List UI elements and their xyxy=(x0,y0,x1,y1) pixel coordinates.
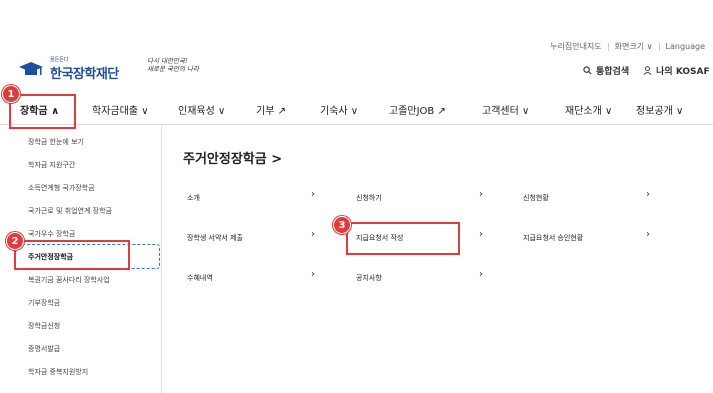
nav-label: 학자금대출 xyxy=(92,106,138,117)
chevron-right-icon: › xyxy=(479,229,483,240)
user-icon xyxy=(643,66,652,75)
site-guide-link[interactable]: 누리집안내지도 xyxy=(550,41,602,52)
chevron-right-icon: › xyxy=(646,189,650,200)
sidebar-item-certificate[interactable]: 증명서발급 xyxy=(28,344,60,354)
chevron-right-icon: › xyxy=(479,269,483,280)
step-badge-2: 2 xyxy=(6,232,24,250)
font-size-control[interactable]: 화면크기 ∨ xyxy=(615,41,653,52)
sidebar-item-apply[interactable]: 장학금신청 xyxy=(28,321,60,331)
search-label: 통합검색 xyxy=(596,67,630,77)
highlight-box xyxy=(9,94,76,129)
external-link-icon: ↗ xyxy=(277,106,286,117)
sidebar-item-donation[interactable]: 기부장학금 xyxy=(28,298,60,308)
slogan-line-2: 새로운 국민의 나라 xyxy=(147,65,199,73)
nav-item-donation[interactable]: 기부 ↗ xyxy=(256,102,286,117)
nav-item-loan[interactable]: 학자금대출 ∨ xyxy=(92,102,149,117)
chevron-right-icon: › xyxy=(646,229,650,240)
external-link-icon: ↗ xyxy=(437,106,446,117)
logo-name: 한국장학재단 xyxy=(50,67,119,82)
nav-item-disclosure[interactable]: 정보공개 ∨ xyxy=(636,102,683,117)
highlight-box xyxy=(346,222,460,255)
chevron-down-icon: ∨ xyxy=(522,106,530,117)
kosaf-logo[interactable]: 꿈든든다 한국장학재단 xyxy=(18,57,119,82)
chevron-down-icon: ∨ xyxy=(141,106,149,117)
sidebar-item-national-scholarship[interactable]: 소득연계형 국가장학금 xyxy=(28,183,95,193)
chevron-right-icon: › xyxy=(311,189,315,200)
slogan: 다시 대한민국! 새로운 국민의 나라 xyxy=(147,57,199,73)
nav-item-job[interactable]: 고졸만JOB ↗ xyxy=(389,102,446,117)
sidebar-item-lottery[interactable]: 복권기금 꿈사다리 장학사업 xyxy=(28,275,110,285)
nav-label: 재단소개 xyxy=(565,106,602,117)
menu-payment-approval[interactable]: 지급요청서 승인현황 xyxy=(523,233,583,243)
nav-label: 정보공개 xyxy=(636,106,673,117)
divider xyxy=(658,42,660,51)
sidebar-item-support-range[interactable]: 학자금 지원구간 xyxy=(28,160,75,170)
chevron-right-icon: › xyxy=(311,269,315,280)
chevron-down-icon: ∨ xyxy=(676,106,684,117)
divider xyxy=(607,42,609,51)
menu-notice[interactable]: 공지사항 xyxy=(356,273,382,283)
nav-label: 고객센터 xyxy=(482,106,519,117)
menu-pledge[interactable]: 장학생 서약서 제출 xyxy=(187,233,243,243)
nav-label: 기부 xyxy=(256,106,275,117)
my-kosaf-label: 나의 KOSAF xyxy=(656,67,710,77)
step-badge-3: 3 xyxy=(333,216,351,234)
menu-apply[interactable]: 신청하기 xyxy=(356,193,382,203)
nav-label: 인재육성 xyxy=(178,106,215,117)
chevron-down-icon: ∨ xyxy=(646,42,653,51)
nav-label: 고졸만JOB xyxy=(389,106,435,117)
page-title: 주거안정장학금 > xyxy=(183,152,283,167)
sidebar-item-overview[interactable]: 장학금 한눈에 보기 xyxy=(28,137,84,147)
chevron-right-icon: › xyxy=(479,189,483,200)
menu-status[interactable]: 신청현황 xyxy=(523,193,549,203)
nav-label: 기숙사 xyxy=(320,106,348,117)
language-link[interactable]: Language xyxy=(666,42,705,51)
nav-item-support[interactable]: 고객센터 ∨ xyxy=(482,102,529,117)
menu-intro[interactable]: 소개 xyxy=(187,193,200,203)
slogan-line-1: 다시 대한민국! xyxy=(147,57,188,65)
utility-links: 누리집안내지도 화면크기 ∨ Language xyxy=(550,41,705,52)
sidebar-item-duplicate[interactable]: 학자금 중복지원방지 xyxy=(28,367,88,377)
step-badge-1: 1 xyxy=(2,85,20,103)
my-kosaf-button[interactable]: 나의 KOSAF xyxy=(643,64,710,77)
highlight-box xyxy=(14,240,130,270)
graduation-cap-icon xyxy=(19,61,43,75)
sidebar-item-work-study[interactable]: 국가근로 및 취업연계 장학금 xyxy=(28,206,112,216)
nav-item-talent[interactable]: 인재육성 ∨ xyxy=(178,102,225,117)
chevron-down-icon: ∨ xyxy=(350,106,359,117)
sidebar-item-excellence[interactable]: 국가우수 장학금 xyxy=(28,229,75,239)
font-size-label: 화면크기 xyxy=(614,42,645,51)
search-button[interactable]: 통합검색 xyxy=(583,64,629,77)
header-actions: 통합검색 나의 KOSAF xyxy=(583,64,710,77)
chevron-down-icon: ∨ xyxy=(605,106,613,117)
main-nav: 장학금 ∧ 학자금대출 ∨ 인재육성 ∨ 기부 ↗ 기숙사 ∨ 고졸만JOB ↗… xyxy=(0,94,713,124)
menu-benefits[interactable]: 수혜내역 xyxy=(187,273,213,283)
chevron-right-icon: › xyxy=(311,229,315,240)
nav-item-about[interactable]: 재단소개 ∨ xyxy=(565,102,612,117)
nav-item-dormitory[interactable]: 기숙사 ∨ xyxy=(320,102,358,117)
search-icon xyxy=(583,66,592,75)
chevron-down-icon: ∨ xyxy=(218,106,226,117)
